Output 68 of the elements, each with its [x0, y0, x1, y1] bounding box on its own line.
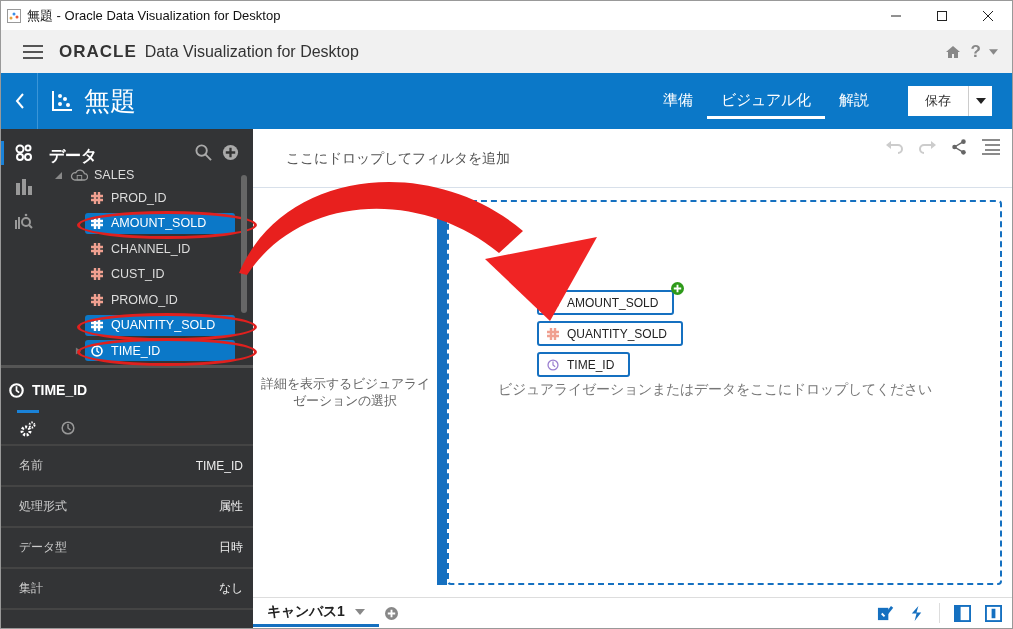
cloud-database-icon	[70, 168, 88, 182]
share-icon[interactable]	[950, 139, 968, 155]
app-icon	[7, 8, 21, 23]
property-value: 属性	[219, 498, 243, 515]
caret-icon	[354, 608, 365, 615]
add-icon	[671, 282, 685, 295]
canvas-tab[interactable]: キャンバス1	[253, 599, 379, 627]
gears-icon	[20, 421, 36, 437]
window-title: 無題 - Oracle Data Visualization for Desktop	[27, 6, 281, 25]
project-title: 無題	[84, 84, 136, 118]
property-value: 日時	[219, 539, 243, 556]
hash-icon	[91, 293, 103, 306]
circles-icon	[15, 144, 33, 162]
home-icon[interactable]	[944, 44, 961, 59]
property-label: 処理形式	[19, 498, 67, 515]
data-element-item[interactable]: CHANNEL_ID	[85, 238, 235, 260]
hash-icon	[91, 242, 103, 255]
hash-icon	[91, 191, 103, 204]
hash-icon	[91, 319, 103, 332]
data-element-item[interactable]: PROD_ID	[85, 187, 235, 209]
bar-chart-icon	[15, 178, 33, 196]
data-element-item[interactable]: PROMO_ID	[85, 289, 235, 311]
clock-icon	[9, 382, 24, 398]
properties-title: TIME_ID	[32, 382, 88, 398]
back-icon[interactable]	[15, 93, 25, 109]
data-element-item[interactable]: CUST_ID	[85, 263, 235, 285]
save-menu-button[interactable]	[968, 86, 992, 116]
clock-icon	[547, 358, 559, 371]
brush-icon[interactable]	[877, 604, 894, 622]
dataset-name[interactable]: SALES	[94, 168, 135, 182]
data-element-item[interactable]: TIME_ID	[85, 340, 235, 362]
property-value: なし	[219, 580, 243, 597]
property-label: データ型	[19, 539, 67, 556]
caret-icon	[975, 98, 986, 104]
hash-icon	[91, 268, 103, 281]
menu-icon[interactable]	[982, 139, 1000, 155]
data-element-item[interactable]: AMOUNT_SOLD	[85, 212, 235, 234]
clock-icon	[91, 344, 103, 357]
data-element-chip: QUANTITY_SOLD	[537, 321, 684, 346]
clock-icon	[61, 421, 75, 435]
menu-icon[interactable]	[23, 44, 43, 59]
mode-tab[interactable]: ビジュアル化	[707, 83, 825, 119]
scatter-chart-icon	[52, 91, 72, 111]
right-panel-icon[interactable]	[985, 604, 1002, 622]
search-icon[interactable]	[195, 143, 212, 161]
product-name: Data Visualization for Desktop	[144, 42, 359, 61]
left-panel-icon[interactable]	[954, 604, 971, 622]
close-icon[interactable]	[982, 9, 994, 22]
drop-hint: ビジュアライゼーションまたはデータをここにドロップしてください	[497, 381, 932, 399]
filter-drop-hint: ここにドロップしてフィルタを追加	[286, 150, 510, 168]
property-label: 集計	[19, 580, 43, 597]
add-icon[interactable]	[222, 143, 239, 161]
property-value: TIME_ID	[195, 458, 243, 473]
chart-magnifier-icon	[15, 212, 33, 230]
caret-icon[interactable]	[989, 48, 998, 55]
oracle-logo: ORACLE	[59, 41, 137, 62]
mode-tab[interactable]: 解説	[831, 83, 877, 119]
panel-title: データ	[49, 145, 97, 166]
hash-icon	[547, 327, 559, 340]
hash-icon	[91, 217, 103, 230]
maximize-icon[interactable]	[936, 9, 948, 22]
data-element-chip: TIME_ID	[537, 352, 631, 377]
property-label: 名前	[19, 457, 43, 474]
expand-triangle-icon[interactable]	[55, 171, 62, 179]
add-icon[interactable]	[384, 606, 398, 620]
mode-tab[interactable]: 準備	[655, 83, 701, 119]
visualization-select-hint: 詳細を表示するビジュアライゼーションの選択	[259, 375, 431, 410]
data-element-item[interactable]: QUANTITY_SOLD	[85, 314, 235, 336]
